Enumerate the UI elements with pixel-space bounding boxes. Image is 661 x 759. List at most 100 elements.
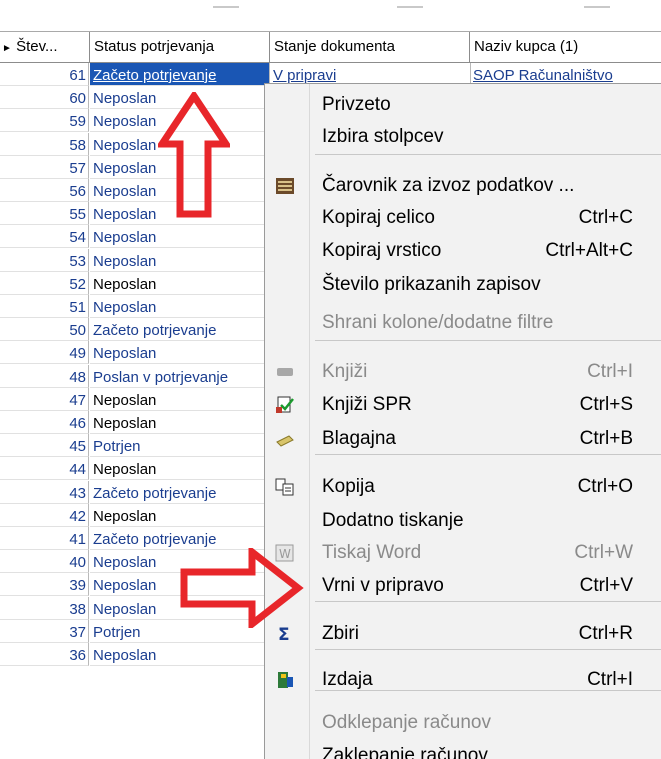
menu-item-label: Knjiži bbox=[322, 361, 368, 382]
row-number-cell[interactable]: 37 bbox=[0, 619, 89, 643]
menu-item-shortcut: Ctrl+V bbox=[579, 575, 633, 596]
menu-item-shrani-kolone-dodatne-filtre: Shrani kolone/dodatne filtre bbox=[265, 306, 661, 340]
menu-item-knjizi: Knjiži Ctrl+I bbox=[265, 355, 661, 389]
status-cell[interactable]: Potrjen bbox=[90, 619, 270, 643]
row-number-cell[interactable]: 55 bbox=[0, 202, 89, 226]
column-resize-mark bbox=[584, 6, 610, 8]
column-header-number[interactable]: ► Štev... bbox=[0, 32, 90, 62]
row-number-cell[interactable]: 38 bbox=[0, 596, 89, 620]
copy-documents-icon bbox=[275, 478, 295, 496]
row-number-cell[interactable]: 51 bbox=[0, 295, 89, 318]
status-cell[interactable]: Neposlan bbox=[90, 155, 270, 179]
word-icon: W bbox=[275, 544, 295, 562]
menu-item-blagajna[interactable]: Blagajna Ctrl+B bbox=[265, 422, 661, 456]
status-cell[interactable]: Neposlan bbox=[90, 179, 270, 202]
menu-item-label: Vrni v pripravo bbox=[322, 575, 444, 596]
menu-item-label: Zaklepanje računov bbox=[322, 745, 488, 759]
row-number-cell[interactable]: 56 bbox=[0, 179, 89, 202]
row-number-cell[interactable]: 48 bbox=[0, 364, 89, 388]
menu-item-tiskaj-word: W Tiskaj Word Ctrl+W bbox=[265, 536, 661, 570]
status-cell[interactable]: Neposlan bbox=[90, 596, 270, 620]
menu-item-label: Kopiraj vrstico bbox=[322, 240, 442, 261]
row-number-cell[interactable]: 45 bbox=[0, 434, 89, 458]
row-number-cell[interactable]: 41 bbox=[0, 527, 89, 550]
status-cell[interactable]: Neposlan bbox=[90, 643, 270, 666]
column-header-state[interactable]: Stanje dokumenta bbox=[270, 32, 470, 62]
status-cell[interactable]: Neposlan bbox=[90, 271, 270, 295]
row-number-cell[interactable]: 42 bbox=[0, 503, 89, 527]
status-cell[interactable]: Neposlan bbox=[90, 457, 270, 481]
row-number-cell[interactable]: 59 bbox=[0, 109, 89, 133]
status-cell[interactable]: Poslan v potrjevanje bbox=[90, 364, 270, 388]
menu-item-shortcut: Ctrl+B bbox=[579, 428, 633, 449]
menu-item-shortcut: Ctrl+Alt+C bbox=[545, 240, 633, 261]
status-cell[interactable]: Neposlan bbox=[90, 341, 270, 365]
status-cell[interactable]: Začeto potrjevanje bbox=[90, 527, 270, 550]
row-number-cell[interactable]: 52 bbox=[0, 271, 89, 295]
row-number-cell[interactable]: 49 bbox=[0, 341, 89, 365]
row-number-cell[interactable]: 54 bbox=[0, 225, 89, 249]
status-cell[interactable]: Neposlan bbox=[90, 387, 270, 411]
status-cell[interactable]: Neposlan bbox=[90, 132, 270, 156]
menu-item-label: Shrani kolone/dodatne filtre bbox=[322, 312, 554, 333]
status-cell[interactable]: Neposlan bbox=[90, 248, 270, 272]
row-number-cell[interactable]: 43 bbox=[0, 480, 89, 504]
row-number-cell[interactable]: 60 bbox=[0, 86, 89, 110]
menu-item-zbiri[interactable]: Σ Zbiri Ctrl+R bbox=[265, 617, 661, 651]
row-number-cell[interactable]: 40 bbox=[0, 550, 89, 574]
sort-indicator-icon: ► bbox=[2, 43, 12, 54]
menu-item-label: Število prikazanih zapisov bbox=[322, 274, 541, 295]
menu-item-dodatno-tiskanje[interactable]: Dodatno tiskanje bbox=[265, 504, 661, 538]
menu-item-label: Tiskaj Word bbox=[322, 542, 422, 563]
row-number-cell[interactable]: 57 bbox=[0, 155, 89, 179]
menu-item-stevilo-prikazanih-zapisov[interactable]: Število prikazanih zapisov bbox=[265, 268, 661, 302]
status-cell[interactable]: Neposlan bbox=[90, 109, 270, 133]
top-strip bbox=[0, 0, 661, 30]
menu-item-privzeto[interactable]: Privzeto bbox=[265, 88, 661, 122]
menu-item-shortcut: Ctrl+S bbox=[579, 394, 633, 415]
row-number-cell[interactable]: 50 bbox=[0, 318, 89, 342]
status-cell[interactable]: Začeto potrjevanje bbox=[90, 480, 270, 504]
menu-item-izbira-stolpcev[interactable]: Izbira stolpcev bbox=[265, 120, 661, 154]
menu-separator bbox=[315, 154, 661, 155]
status-cell[interactable]: Začeto potrjevanje bbox=[90, 63, 270, 86]
menu-item-label: Odklepanje računov bbox=[322, 712, 491, 733]
menu-item-kopiraj-vrstico[interactable]: Kopiraj vrstico Ctrl+Alt+C bbox=[265, 234, 661, 268]
menu-item-label: Izbira stolpcev bbox=[322, 126, 444, 147]
menu-item-izdaja[interactable]: Izdaja Ctrl+I bbox=[265, 663, 661, 697]
status-cell[interactable]: Neposlan bbox=[90, 411, 270, 434]
menu-item-kopiraj-celico[interactable]: Kopiraj celico Ctrl+C bbox=[265, 201, 661, 235]
column-header-status[interactable]: Status potrjevanja bbox=[90, 32, 270, 62]
status-cell[interactable]: Neposlan bbox=[90, 295, 270, 318]
row-number-cell[interactable]: 44 bbox=[0, 457, 89, 481]
row-number-cell[interactable]: 39 bbox=[0, 573, 89, 597]
issue-icon bbox=[275, 671, 295, 689]
menu-item-shortcut: Ctrl+O bbox=[577, 476, 633, 497]
menu-item-shortcut: Ctrl+I bbox=[587, 669, 633, 690]
row-number-cell[interactable]: 46 bbox=[0, 411, 89, 434]
status-cell[interactable]: Neposlan bbox=[90, 573, 270, 597]
menu-item-label: Privzeto bbox=[322, 94, 391, 115]
row-number-cell[interactable]: 36 bbox=[0, 643, 89, 666]
column-header-customer[interactable]: Naziv kupca (1) bbox=[470, 32, 661, 62]
status-cell[interactable]: Neposlan bbox=[90, 503, 270, 527]
menu-item-zaklepanje-racunov[interactable]: Zaklepanje računov bbox=[265, 739, 661, 759]
row-number-cell[interactable]: 61 bbox=[0, 63, 89, 86]
status-cell[interactable]: Neposlan bbox=[90, 202, 270, 226]
sigma-icon: Σ bbox=[275, 625, 295, 645]
row-number-cell[interactable]: 47 bbox=[0, 387, 89, 411]
menu-item-carovnik-za-izvoz-podatkov[interactable]: Čarovnik za izvoz podatkov ... bbox=[265, 169, 661, 203]
row-number-cell[interactable]: 58 bbox=[0, 132, 89, 156]
export-wizard-icon bbox=[275, 177, 295, 195]
status-cell[interactable]: Neposlan bbox=[90, 550, 270, 574]
menu-item-kopija[interactable]: Kopija Ctrl+O bbox=[265, 470, 661, 504]
post-icon bbox=[275, 363, 295, 381]
menu-item-vrni-v-pripravo[interactable]: Vrni v pripravo Ctrl+V bbox=[265, 569, 661, 603]
status-cell[interactable]: Neposlan bbox=[90, 225, 270, 249]
status-cell[interactable]: Neposlan bbox=[90, 86, 270, 110]
row-number-cell[interactable]: 53 bbox=[0, 248, 89, 272]
status-cell[interactable]: Začeto potrjevanje bbox=[90, 318, 270, 342]
status-cell[interactable]: Potrjen bbox=[90, 434, 270, 458]
menu-item-knjizi-spr[interactable]: Knjiži SPR Ctrl+S bbox=[265, 388, 661, 422]
menu-item-label: Zbiri bbox=[322, 623, 359, 644]
